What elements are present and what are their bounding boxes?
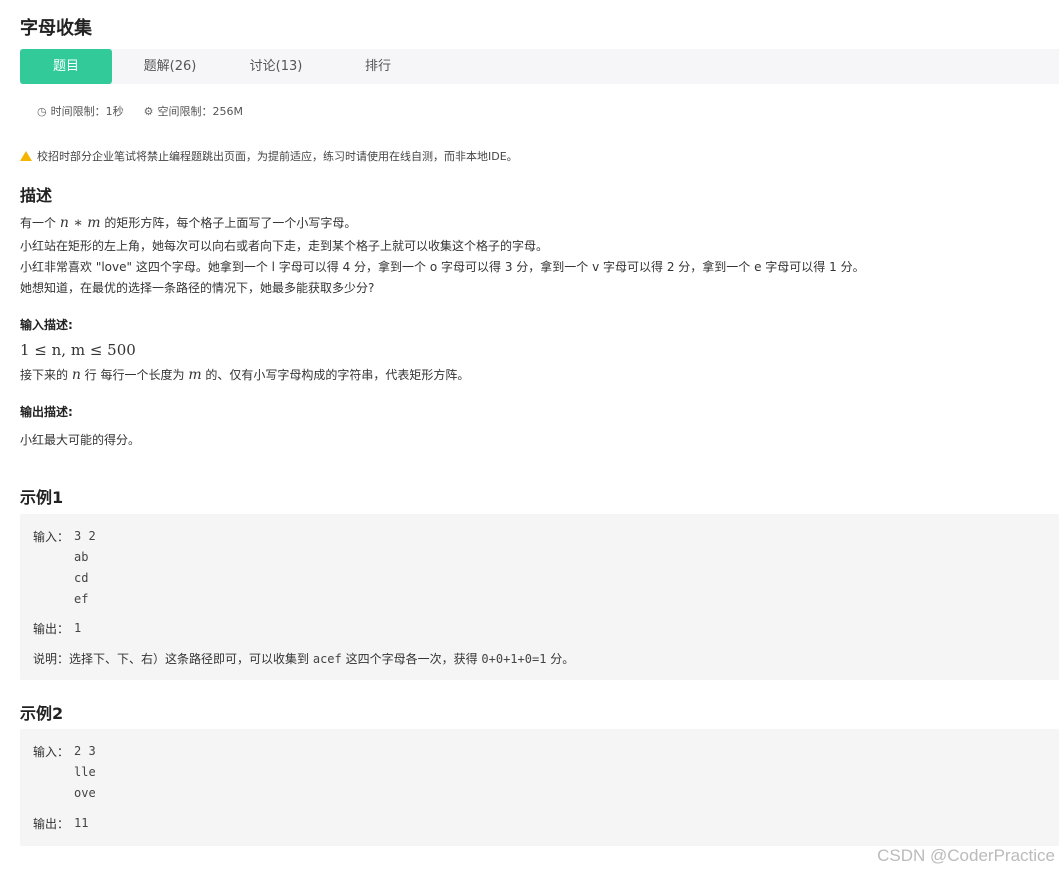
- description-line-1: 有一个 n ∗ m 的矩形方阵，每个格子上面写了一个小写字母。: [20, 215, 357, 231]
- example2-input-line: 2 3: [74, 744, 96, 758]
- tab-discussion[interactable]: 讨论(13): [234, 49, 318, 84]
- example1-input-label: 输入：: [33, 530, 70, 544]
- example1-box: 输入： 3 2 ab cd ef 输出： 1 说明：选择下、下、右）这条路径即可…: [20, 514, 1059, 680]
- tab-solutions[interactable]: 题解(26): [128, 49, 212, 84]
- example1-heading: 示例1: [20, 488, 64, 507]
- warning-icon: [20, 151, 32, 161]
- example1-input-line: ab: [74, 550, 89, 564]
- space-limit: ⚙ 空间限制：256M: [144, 103, 243, 119]
- example2-input-label: 输入：: [33, 745, 70, 759]
- example2-input-line: lle: [74, 765, 96, 779]
- example1-output-value: 1: [74, 621, 82, 635]
- description-line-3: 小红非常喜欢 "love" 这四个字母。她拿到一个 l 字母可以得 4 分，拿到…: [20, 260, 865, 274]
- notice-text: 校招时部分企业笔试将禁止编程题跳出页面，为提前适应，练习时请使用在线自测，而非本…: [37, 150, 518, 163]
- clock-icon: ◷: [37, 104, 47, 118]
- input-desc-heading: 输入描述:: [20, 318, 73, 332]
- chip-icon: ⚙: [143, 104, 154, 118]
- input-desc-text: 接下来的 n 行 每行一个长度为 m 的、仅有小写字母构成的字符串，代表矩形方阵…: [20, 367, 470, 383]
- example1-input-line: 3 2: [74, 529, 96, 543]
- time-limit: ◷ 时间限制：1秒: [37, 103, 124, 119]
- example2-input-line: ove: [74, 786, 96, 800]
- tab-problem[interactable]: 题目: [20, 49, 112, 84]
- input-constraint: 1 ≤ n, m ≤ 500: [20, 341, 136, 359]
- math-n-times-m: n ∗ m: [59, 215, 101, 231]
- example2-box: 输入： 2 3 lle ove 输出： 11: [20, 729, 1059, 846]
- example1-explanation: 说明：选择下、下、右）这条路径即可，可以收集到 acef 这四个字母各一次，获得…: [33, 652, 575, 666]
- example1-output-label: 输出：: [33, 622, 70, 636]
- time-limit-text: 时间限制：1秒: [50, 105, 124, 118]
- example2-output-value: 11: [74, 816, 89, 830]
- limits-bar: ◷ 时间限制：1秒 ⚙ 空间限制：256M: [37, 103, 263, 119]
- example2-heading: 示例2: [20, 704, 64, 723]
- output-desc-text: 小红最大可能的得分。: [20, 433, 141, 447]
- page-title: 字母收集: [20, 18, 92, 39]
- space-limit-text: 空间限制：256M: [157, 105, 243, 118]
- description-line-2: 小红站在矩形的左上角，她每次可以向右或者向下走，走到某个格子上就可以收集这个格子…: [20, 239, 549, 253]
- output-desc-heading: 输出描述:: [20, 405, 73, 419]
- example2-output-label: 输出：: [33, 817, 70, 831]
- watermark: CSDN @CoderPractice: [877, 846, 1055, 865]
- tab-bar: 题目 题解(26) 讨论(13) 排行: [20, 49, 1059, 84]
- description-heading: 描述: [20, 186, 53, 205]
- notice-banner: 校招时部分企业笔试将禁止编程题跳出页面，为提前适应，练习时请使用在线自测，而非本…: [20, 148, 518, 164]
- tab-ranking[interactable]: 排行: [340, 49, 416, 84]
- example1-input-line: cd: [74, 571, 89, 585]
- example1-input-line: ef: [74, 592, 89, 606]
- description-line-4: 她想知道，在最优的选择一条路径的情况下，她最多能获取多少分?: [20, 281, 375, 295]
